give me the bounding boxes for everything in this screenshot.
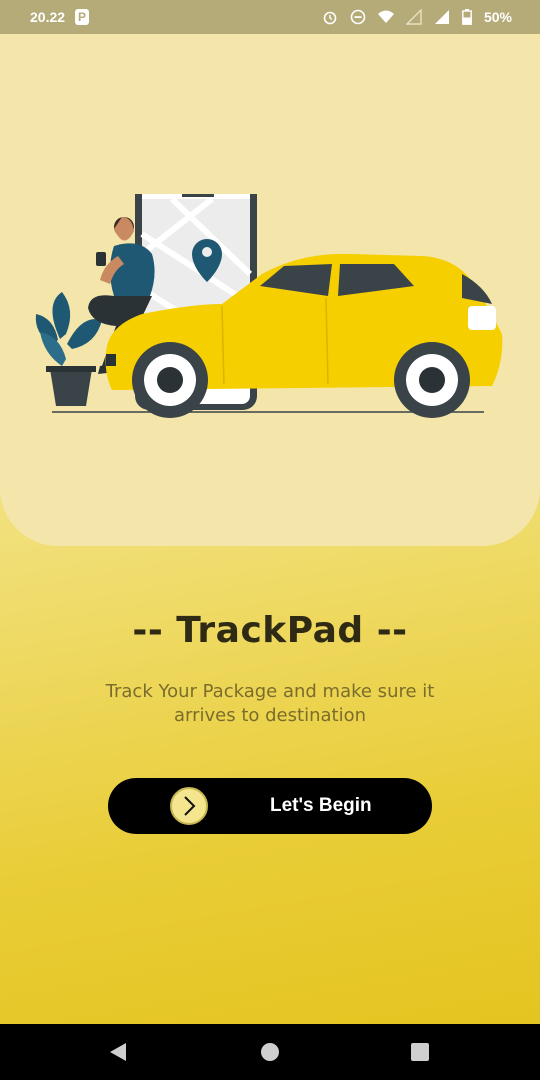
signal-icon (405, 9, 422, 25)
back-icon[interactable] (106, 1040, 130, 1064)
chevron-right-icon (170, 787, 208, 825)
status-bar: 20.22 P 50% (0, 0, 540, 34)
wifi-icon (377, 10, 394, 23)
lets-begin-button[interactable]: Let's Begin (108, 778, 432, 834)
recents-icon[interactable] (408, 1040, 432, 1064)
page-subtitle: Track Your Package and make sure it arri… (105, 681, 435, 726)
battery-icon (462, 9, 472, 25)
hero-card (0, 34, 540, 546)
lets-begin-label: Let's Begin (270, 795, 372, 816)
status-time: 20.22 (30, 9, 66, 25)
status-left: 20.22 P (30, 9, 90, 25)
dnd-icon (350, 9, 366, 25)
man-with-phone-and-yellow-car-illustration (35, 194, 503, 418)
status-right: 50% (322, 9, 512, 25)
alarm-icon (323, 11, 337, 25)
navigation-bar (0, 1024, 540, 1080)
battery-percent: 50% (483, 9, 512, 25)
signal-full-icon (434, 10, 449, 24)
page-title: -- TrackPad -- (132, 610, 408, 651)
app-notification-icon: P (75, 9, 90, 25)
home-icon[interactable] (258, 1040, 282, 1064)
